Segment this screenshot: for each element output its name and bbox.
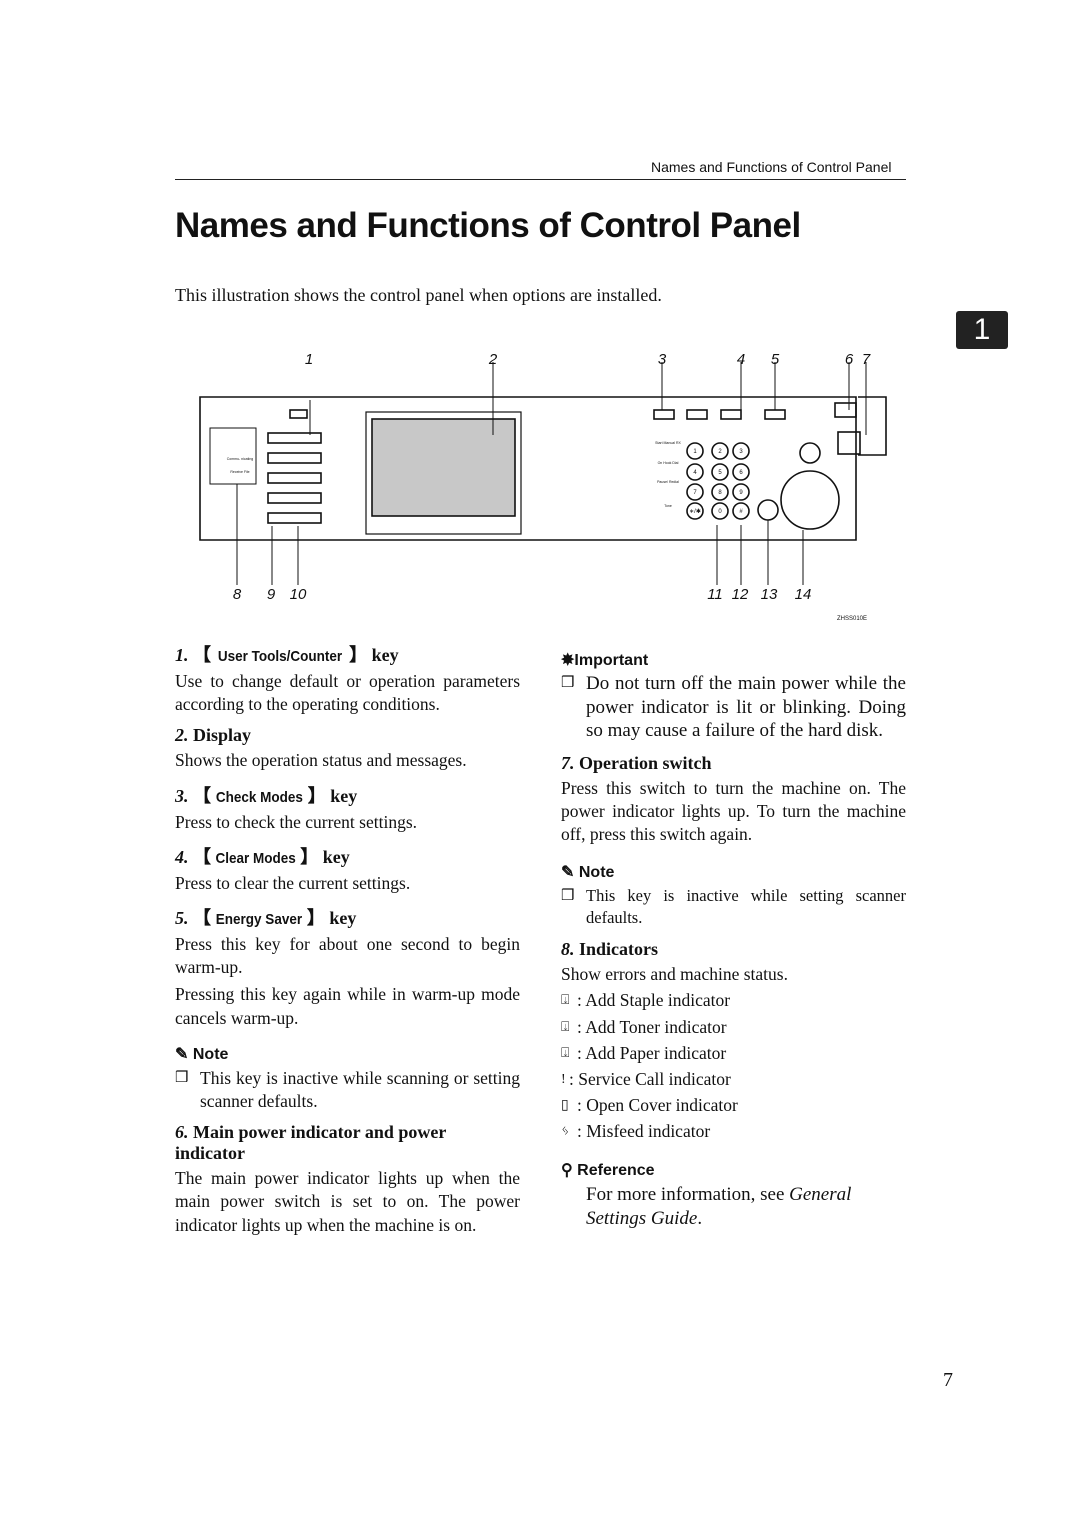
page-number: 7 bbox=[943, 1369, 953, 1391]
callout-10: 10 bbox=[290, 586, 307, 603]
callout-1: 1 bbox=[305, 351, 313, 368]
important-item: Do not turn off the main power while the… bbox=[561, 672, 906, 743]
keypad-key: # bbox=[739, 509, 743, 515]
callout-6: 6 bbox=[845, 351, 854, 368]
callout-11: 11 bbox=[707, 586, 723, 603]
section-4-heading: 4. 【Clear Modes】 key bbox=[175, 846, 350, 867]
section-4-body: Press to clear the current settings. bbox=[175, 872, 411, 893]
keypad-key: 0 bbox=[718, 509, 722, 515]
keypad-key: ∗/✱ bbox=[689, 508, 701, 515]
page-title: Names and Functions of Control Panel bbox=[175, 206, 801, 245]
callout-5: 5 bbox=[771, 351, 780, 368]
note-heading: ✎ Note bbox=[561, 864, 615, 882]
indicator-item: ⍗: Add Paper indicator bbox=[561, 1042, 906, 1065]
section-6-body: The main power indicator lights up when … bbox=[175, 1168, 520, 1235]
important-heading: ✸Important bbox=[561, 652, 649, 669]
section-8-heading: 8. Indicators bbox=[561, 939, 659, 960]
keypad-key: 2 bbox=[718, 449, 722, 455]
keypad-key: 9 bbox=[739, 490, 743, 496]
service-call-icon: ǃ bbox=[561, 1071, 566, 1087]
callout-2: 2 bbox=[488, 351, 498, 368]
section-2-heading: 2. Display bbox=[175, 725, 252, 746]
note-heading: ✎ Note bbox=[175, 1045, 229, 1063]
indicator-item: ᛃ: Misfeed indicator bbox=[561, 1120, 906, 1143]
note-item: This key is inactive while setting scann… bbox=[561, 885, 906, 929]
start-key bbox=[780, 470, 840, 530]
section-2-body: Shows the operation status and messages. bbox=[175, 750, 467, 771]
section-6-heading: 6. Main power indicator and power indica… bbox=[175, 1122, 447, 1164]
section-5-body: Press this key for about one second to b… bbox=[175, 934, 520, 978]
callout-9: 9 bbox=[267, 586, 276, 603]
callout-13: 13 bbox=[761, 586, 778, 603]
keypad-key: 1 bbox=[693, 449, 697, 455]
section-5-body-2: Pressing this key again while in warm-up… bbox=[175, 984, 520, 1028]
indicator-label: Commu- nicating bbox=[227, 457, 254, 461]
section-1-heading: 1. 【User Tools/Counter】 key bbox=[175, 645, 399, 665]
manual-page: Names and Functions of Control Panel Nam… bbox=[0, 0, 1080, 1528]
indicator-item: ⍗: Add Staple indicator bbox=[561, 989, 906, 1012]
indicator-panel bbox=[209, 427, 257, 485]
side-key-label: Pause/ Redial bbox=[657, 480, 679, 484]
callout-14: 14 bbox=[795, 586, 812, 603]
section-3-body: Press to check the current settings. bbox=[175, 811, 418, 832]
running-header: Names and Functions of Control Panel bbox=[651, 159, 892, 175]
callout-3: 3 bbox=[658, 351, 667, 368]
reference-icon: ⚲ bbox=[561, 1161, 573, 1179]
pencil-icon: ✎ bbox=[175, 1045, 189, 1063]
keypad-key: 4 bbox=[693, 470, 697, 476]
open-cover-icon: ▯ bbox=[561, 1098, 569, 1114]
section-1-body: Use to change default or operation param… bbox=[175, 671, 520, 715]
keypad-key: 5 bbox=[718, 470, 722, 476]
indicator-item: ⍗: Add Toner indicator bbox=[561, 1016, 906, 1039]
note-item: This key is inactive while scanning or s… bbox=[175, 1067, 520, 1113]
add-toner-icon: ⍗ bbox=[561, 1019, 570, 1035]
intro-text: This illustration shows the control pane… bbox=[175, 285, 662, 305]
misfeed-icon: ᛃ bbox=[561, 1124, 570, 1140]
add-staple-icon: ⍗ bbox=[561, 993, 570, 1009]
reference-text: For more information, see General Settin… bbox=[586, 1183, 852, 1229]
section-5-heading: 5. 【Energy Saver】 key bbox=[175, 908, 357, 929]
section-3-heading: 3. 【Check Modes】 key bbox=[175, 785, 358, 806]
control-panel-diagram: 1 2 3 4 5 6 7 8 9 10 11 12 13 14 123 456… bbox=[199, 351, 887, 622]
callout-4: 4 bbox=[737, 351, 745, 368]
keypad-key: 7 bbox=[693, 490, 697, 496]
display-screen bbox=[371, 418, 516, 517]
indicator-item: ǃ: Service Call indicator bbox=[561, 1068, 906, 1091]
section-8-body: Show errors and machine status. bbox=[561, 964, 788, 985]
section-7-heading: 7. Operation switch bbox=[561, 752, 712, 773]
section-7-body: Press this switch to turn the machine on… bbox=[561, 777, 906, 844]
indicator-item: ▯: Open Cover indicator bbox=[561, 1094, 906, 1117]
callout-12: 12 bbox=[732, 586, 749, 603]
side-key-label: On Hook Dial bbox=[658, 461, 679, 465]
reference-heading: ⚲ Reference bbox=[561, 1161, 655, 1179]
pencil-icon: ✎ bbox=[561, 864, 575, 882]
side-key-label: Start Manual RX bbox=[655, 441, 681, 445]
indicator-label: Receive File bbox=[230, 470, 249, 474]
callout-8: 8 bbox=[233, 586, 242, 603]
keypad-key: 3 bbox=[739, 449, 743, 455]
side-key-label: Tone bbox=[664, 504, 672, 508]
keypad-key: 8 bbox=[718, 490, 722, 496]
clear-stop-key bbox=[757, 499, 779, 521]
header-rule bbox=[175, 179, 906, 180]
right-column: ✸Important Do not turn off the main powe… bbox=[561, 650, 906, 1231]
important-icon: ✸ bbox=[561, 652, 575, 669]
figure-id: ZHSS010E bbox=[837, 616, 867, 622]
callout-7: 7 bbox=[862, 351, 871, 368]
chapter-tab: 1 bbox=[956, 311, 1008, 349]
add-paper-icon: ⍗ bbox=[561, 1045, 570, 1061]
keypad-key: 6 bbox=[739, 470, 743, 476]
left-column: 1. 【User Tools/Counter】 key Use to chang… bbox=[175, 641, 520, 1237]
